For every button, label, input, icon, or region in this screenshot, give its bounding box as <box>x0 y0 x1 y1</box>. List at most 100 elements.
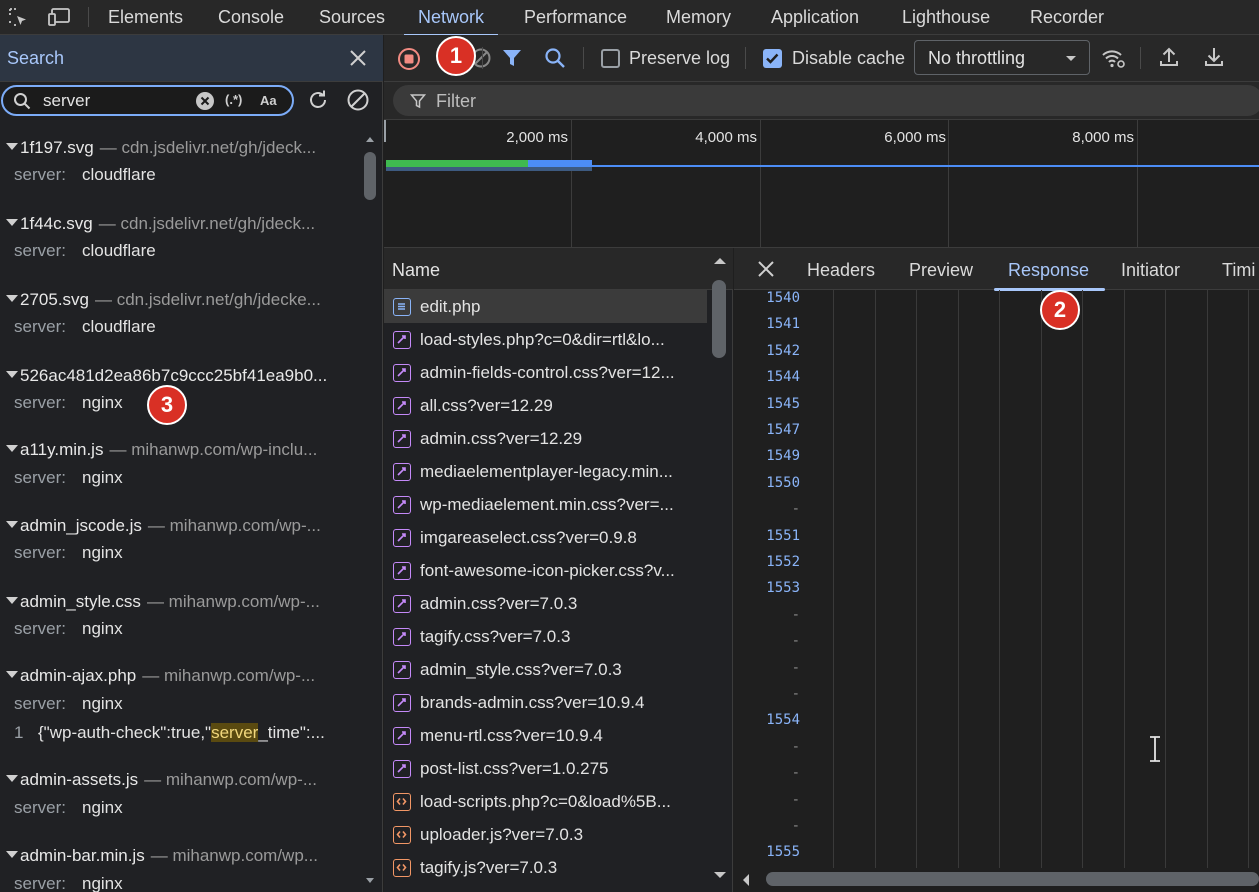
result-line[interactable]: server: nginx <box>14 798 123 818</box>
request-row[interactable]: brands-admin.css?ver=10.9.4 <box>384 686 707 719</box>
clear-results-icon[interactable] <box>346 88 370 112</box>
result-line[interactable]: server: nginx <box>14 619 123 639</box>
export-har-icon[interactable] <box>1202 45 1226 69</box>
search-input[interactable] <box>43 90 183 112</box>
result-line[interactable]: server: nginx <box>14 468 123 488</box>
overview-grip[interactable] <box>384 120 390 142</box>
preserve-log-checkbox[interactable] <box>601 49 620 68</box>
request-row[interactable]: admin.css?ver=7.0.3 <box>384 587 707 620</box>
result-line[interactable]: server: cloudflare <box>14 241 156 261</box>
devtools-tab-bar: Elements Console Sources Network Perform… <box>0 0 1259 36</box>
request-row[interactable]: menu-rtl.css?ver=10.9.4 <box>384 719 707 752</box>
request-name: post-list.css?ver=1.0.275 <box>420 759 609 778</box>
preserve-log-label[interactable]: Preserve log <box>629 48 730 69</box>
indent-guide <box>1165 290 1166 868</box>
results-scrollbar-thumb[interactable] <box>364 152 376 200</box>
tab-application[interactable]: Application <box>771 0 859 35</box>
result-file-header[interactable]: admin_style.css — mihanwp.com/wp-... <box>6 592 356 612</box>
result-line[interactable]: server: nginx <box>14 874 123 892</box>
result-file-header[interactable]: 1f197.svg — cdn.jsdelivr.net/gh/jdeck... <box>6 138 356 158</box>
response-h-scrollbar-thumb[interactable] <box>766 872 1259 886</box>
result-line[interactable]: server: cloudflare <box>14 317 156 337</box>
stop-recording-icon[interactable] <box>397 47 421 71</box>
result-line[interactable]: server: nginx <box>14 393 123 413</box>
tab-network[interactable]: Network <box>403 0 499 36</box>
clear-search-icon[interactable] <box>195 91 215 111</box>
request-row[interactable]: uploader.js?ver=7.0.3 <box>384 818 707 851</box>
network-overview[interactable]: 2,000 ms 4,000 ms 6,000 ms 8,000 ms <box>384 120 1259 248</box>
result-file-name: 526ac481d2ea86b7c9ccc25bf41ea9b0... <box>20 366 328 385</box>
disable-cache-label[interactable]: Disable cache <box>792 48 905 69</box>
request-row[interactable]: edit.php <box>384 290 707 323</box>
result-file-header[interactable]: admin-assets.js — mihanwp.com/wp-... <box>6 770 356 790</box>
result-line[interactable]: server: nginx <box>14 543 123 563</box>
request-row[interactable]: mediaelementplayer-legacy.min... <box>384 455 707 488</box>
result-file-url: — mihanwp.com/wp-... <box>146 592 320 611</box>
result-file-header[interactable]: admin-ajax.php — mihanwp.com/wp-... <box>6 666 356 686</box>
request-name: all.css?ver=12.29 <box>420 396 553 415</box>
request-row[interactable]: post-list.css?ver=1.0.275 <box>384 752 707 785</box>
search-box[interactable]: (.*) Aa <box>1 85 294 116</box>
indent-guides <box>734 248 1259 868</box>
tab-console[interactable]: Console <box>218 0 284 35</box>
request-list-header[interactable]: Name <box>384 248 733 290</box>
tab-memory[interactable]: Memory <box>666 0 731 35</box>
throttling-select[interactable]: No throttling <box>914 40 1090 75</box>
result-file-url: — mihanwp.com/wp-inclu... <box>109 440 318 459</box>
request-name: uploader.js?ver=7.0.3 <box>420 825 584 844</box>
match-case-toggle[interactable]: Aa <box>260 93 277 108</box>
close-icon[interactable] <box>347 47 369 69</box>
disable-cache-checkbox[interactable] <box>763 49 782 68</box>
result-file-header[interactable]: 2705.svg — cdn.jsdelivr.net/gh/jdecke... <box>6 290 356 310</box>
name-column-header[interactable]: Name <box>392 260 440 281</box>
request-row[interactable]: imgareaselect.css?ver=0.9.8 <box>384 521 707 554</box>
request-row[interactable]: load-styles.php?c=0&dir=rtl&lo... <box>384 323 707 356</box>
toolbar-divider <box>1140 47 1141 69</box>
request-row[interactable]: wp-mediaelement.min.css?ver=... <box>384 488 707 521</box>
search-icon[interactable] <box>544 47 566 69</box>
request-name: edit.php <box>420 297 481 316</box>
inspect-element-icon[interactable] <box>4 4 32 30</box>
request-row[interactable]: tagify.css?ver=7.0.3 <box>384 620 707 653</box>
request-row[interactable]: admin-fields-control.css?ver=12... <box>384 356 707 389</box>
stylesheet-file-icon <box>393 628 411 646</box>
request-row[interactable]: font-awesome-icon-picker.css?v... <box>384 554 707 587</box>
expand-triangle-icon <box>6 371 18 378</box>
request-row[interactable]: admin.css?ver=12.29 <box>384 422 707 455</box>
tab-divider <box>88 7 89 27</box>
tab-recorder[interactable]: Recorder <box>1030 0 1104 35</box>
result-value: cloudflare <box>82 241 156 260</box>
result-file-header[interactable]: admin_jscode.js — mihanwp.com/wp-... <box>6 516 356 536</box>
regex-toggle[interactable]: (.*) <box>225 92 242 107</box>
result-line[interactable]: server: cloudflare <box>14 165 156 185</box>
request-row[interactable]: tagify.js?ver=7.0.3 <box>384 851 707 884</box>
filter-input[interactable]: Filter <box>393 85 1259 116</box>
result-key: server: <box>14 798 66 817</box>
result-file-header[interactable]: a11y.min.js — mihanwp.com/wp-inclu... <box>6 440 356 460</box>
tab-performance[interactable]: Performance <box>524 0 627 35</box>
result-code-line[interactable]: 1 {"wp-auth-check":true,"server_time":... <box>14 723 354 743</box>
stylesheet-file-icon <box>393 562 411 580</box>
request-row[interactable]: all.css?ver=12.29 <box>384 389 707 422</box>
results-scrollbar[interactable] <box>363 132 377 892</box>
result-file-header[interactable]: 1f44c.svg — cdn.jsdelivr.net/gh/jdeck... <box>6 214 356 234</box>
tab-lighthouse[interactable]: Lighthouse <box>902 0 990 35</box>
request-list-scrollbar-thumb[interactable] <box>712 280 726 358</box>
overview-gridline <box>571 120 572 248</box>
tab-elements[interactable]: Elements <box>108 0 183 35</box>
refresh-icon[interactable] <box>306 88 330 112</box>
annotation-badge: 3 <box>147 385 187 425</box>
result-line[interactable]: server: nginx <box>14 694 123 714</box>
overview-gridline <box>948 120 949 248</box>
search-row: (.*) Aa <box>0 83 383 119</box>
request-row[interactable]: admin_style.css?ver=7.0.3 <box>384 653 707 686</box>
network-conditions-icon[interactable] <box>1100 45 1126 71</box>
tab-sources[interactable]: Sources <box>319 0 385 35</box>
device-toolbar-icon[interactable] <box>46 4 74 30</box>
import-har-icon[interactable] <box>1157 45 1181 69</box>
result-file-header[interactable]: admin-bar.min.js — mihanwp.com/wp... <box>6 846 356 866</box>
result-file-header[interactable]: 526ac481d2ea86b7c9ccc25bf41ea9b0... <box>6 366 356 386</box>
request-row[interactable]: load-scripts.php?c=0&load%5B... <box>384 785 707 818</box>
filter-funnel-icon[interactable] <box>501 47 523 69</box>
request-name: admin-fields-control.css?ver=12... <box>420 363 675 382</box>
